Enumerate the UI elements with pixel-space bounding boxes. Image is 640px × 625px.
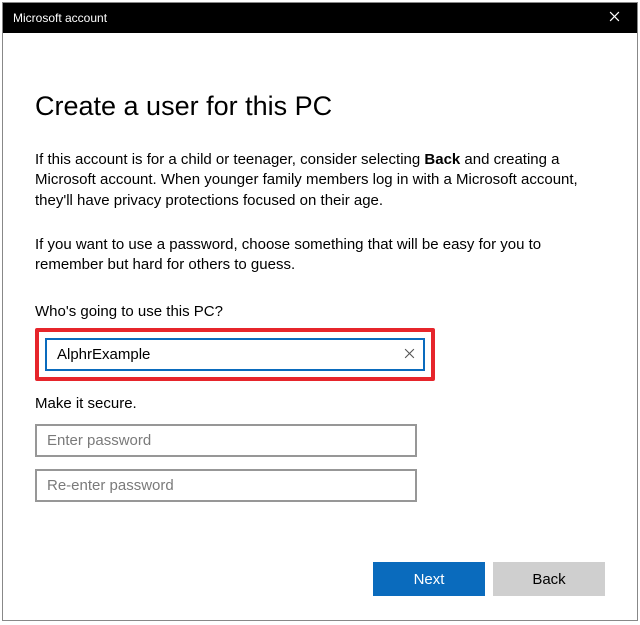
dialog-window: Microsoft account Create a user for this…	[2, 2, 638, 621]
username-highlight	[35, 328, 435, 381]
para1-pre: If this account is for a child or teenag…	[35, 151, 424, 168]
close-icon	[609, 9, 620, 27]
titlebar-title: Microsoft account	[13, 11, 107, 25]
info-paragraph-2: If you want to use a password, choose so…	[35, 235, 595, 276]
info-paragraph-1: If this account is for a child or teenag…	[35, 150, 595, 211]
reenter-password-input[interactable]	[35, 469, 417, 502]
back-button[interactable]: Back	[493, 562, 605, 596]
clear-icon	[404, 346, 415, 364]
next-button[interactable]: Next	[373, 562, 485, 596]
username-input[interactable]	[47, 340, 423, 369]
username-label: Who's going to use this PC?	[35, 303, 605, 320]
close-button[interactable]	[591, 3, 637, 33]
secure-label: Make it secure.	[35, 395, 605, 412]
page-title: Create a user for this PC	[35, 91, 605, 122]
password-input[interactable]	[35, 424, 417, 457]
para1-bold: Back	[424, 151, 460, 168]
button-row: Next Back	[35, 562, 605, 600]
content-area: Create a user for this PC If this accoun…	[3, 33, 637, 620]
username-input-box	[45, 338, 425, 371]
clear-input-button[interactable]	[401, 347, 417, 363]
titlebar: Microsoft account	[3, 3, 637, 33]
